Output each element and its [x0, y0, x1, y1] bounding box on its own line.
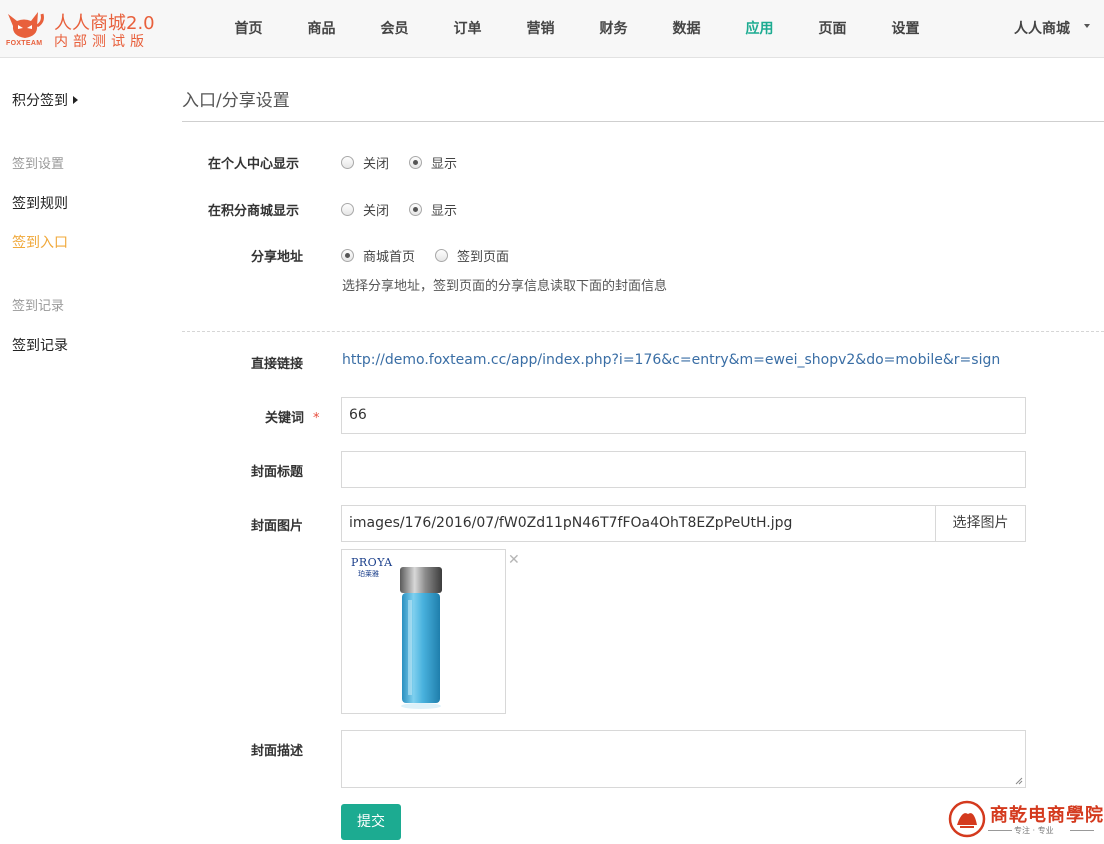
- close-icon[interactable]: ✕: [508, 552, 520, 568]
- product-bottle-image: [400, 567, 442, 709]
- radio-show[interactable]: 显示: [409, 153, 457, 172]
- help-text: 选择分享地址，签到页面的分享信息读取下面的封面信息: [342, 279, 668, 294]
- cover-desc-textarea[interactable]: [341, 730, 1026, 788]
- watermark-logo: 商乾电商學院 专注 · 专业: [948, 798, 1103, 840]
- sidebar: 积分签到 签到设置 签到规则 签到入口 签到记录 签到记录: [0, 58, 160, 844]
- nav-goods[interactable]: 商品: [285, 0, 358, 58]
- watermark-emblem-icon: [948, 800, 986, 838]
- store-dropdown[interactable]: 人人商城: [1014, 0, 1090, 58]
- radio-circle-checked[interactable]: [341, 249, 354, 262]
- direct-link[interactable]: http://demo.foxteam.cc/app/index.php?i=1…: [342, 352, 1000, 368]
- radio-show[interactable]: 显示: [409, 200, 457, 219]
- watermark-subtitle: 专注 · 专业: [1014, 826, 1054, 835]
- resize-grip-icon[interactable]: [1015, 777, 1023, 785]
- share-url-radio-group: 商城首页 签到页面: [341, 246, 529, 265]
- radio-circle[interactable]: [341, 203, 354, 216]
- submit-button[interactable]: 提交: [341, 804, 401, 840]
- field-label: 分享地址: [251, 250, 304, 265]
- store-name: 人人商城: [1014, 21, 1070, 37]
- radio-label: 显示: [431, 157, 458, 172]
- divider: [1070, 830, 1094, 831]
- radio-circle-checked[interactable]: [409, 203, 423, 216]
- sidebar-group-title: 签到设置: [12, 157, 65, 172]
- radio-shop-home[interactable]: 商城首页: [341, 246, 415, 265]
- main-nav: 首页 商品 会员 订单 营销 财务 数据 应用 页面 设置: [212, 0, 942, 58]
- divider: [182, 331, 1104, 332]
- radio-sign-page[interactable]: 签到页面: [435, 246, 509, 265]
- radio-label: 关闭: [363, 204, 390, 219]
- member-center-radio-group: 关闭 显示: [341, 153, 477, 172]
- top-navbar: FOXTEAM 人人商城2.0 内部测试版 首页 商品 会员 订单 营销 财务 …: [0, 0, 1104, 58]
- nav-finance[interactable]: 财务: [577, 0, 650, 58]
- sidebar-head[interactable]: 积分签到: [12, 90, 78, 110]
- cover-image-input[interactable]: images/176/2016/07/fW0Zd11pN46T7fFOa4OhT…: [341, 505, 936, 542]
- nav-marketing[interactable]: 营销: [504, 0, 577, 58]
- nav-pages[interactable]: 页面: [796, 0, 869, 58]
- nav-home[interactable]: 首页: [212, 0, 285, 58]
- chevron-down-icon: [1084, 24, 1090, 28]
- field-label: 在个人中心显示: [208, 157, 300, 172]
- nav-apps[interactable]: 应用: [723, 0, 796, 58]
- divider: [182, 121, 1104, 122]
- field-label: 封面标题: [251, 465, 304, 480]
- credit-shop-radio-group: 关闭 显示: [341, 200, 477, 219]
- radio-circle[interactable]: [341, 156, 354, 169]
- watermark-title: 商乾电商學院: [990, 805, 1104, 826]
- sidebar-group-title: 签到记录: [12, 299, 65, 314]
- field-label: 封面描述: [251, 744, 304, 759]
- nav-members[interactable]: 会员: [358, 0, 431, 58]
- divider: [988, 830, 1012, 831]
- caret-right-icon: [73, 96, 78, 104]
- radio-close[interactable]: 关闭: [341, 200, 389, 219]
- sidebar-head-label: 积分签到: [12, 93, 68, 109]
- nav-orders[interactable]: 订单: [431, 0, 504, 58]
- keyword-input[interactable]: 66: [341, 397, 1026, 434]
- radio-close[interactable]: 关闭: [341, 153, 389, 172]
- logo[interactable]: FOXTEAM 人人商城2.0 内部测试版: [4, 8, 164, 52]
- radio-label: 显示: [431, 204, 458, 219]
- logo-en-text: FOXTEAM: [6, 40, 43, 47]
- radio-label: 商城首页: [363, 250, 416, 265]
- field-label: 直接链接: [251, 357, 304, 372]
- choose-image-button[interactable]: 选择图片: [935, 505, 1026, 542]
- nav-settings[interactable]: 设置: [869, 0, 942, 58]
- required-mark: *: [313, 411, 320, 426]
- page-title: 入口/分享设置: [182, 91, 290, 111]
- sidebar-item-sign-rules[interactable]: 签到规则: [12, 193, 68, 213]
- field-label: 关键词 *: [265, 407, 320, 426]
- sidebar-item-sign-entry[interactable]: 签到入口: [12, 232, 68, 252]
- sidebar-item-sign-records[interactable]: 签到记录: [12, 335, 68, 355]
- keyword-label: 关键词: [265, 411, 305, 426]
- radio-circle[interactable]: [435, 249, 449, 262]
- cover-title-input[interactable]: [341, 451, 1026, 488]
- field-label: 封面图片: [251, 519, 304, 534]
- logo-subtitle: 内部测试版: [54, 34, 149, 50]
- radio-circle-checked[interactable]: [409, 156, 423, 169]
- radio-label: 签到页面: [457, 250, 510, 265]
- cover-image-thumbnail: PROYA 珀莱雅: [341, 549, 506, 714]
- nav-data[interactable]: 数据: [650, 0, 723, 58]
- radio-label: 关闭: [363, 157, 390, 172]
- field-label: 在积分商城显示: [208, 204, 300, 219]
